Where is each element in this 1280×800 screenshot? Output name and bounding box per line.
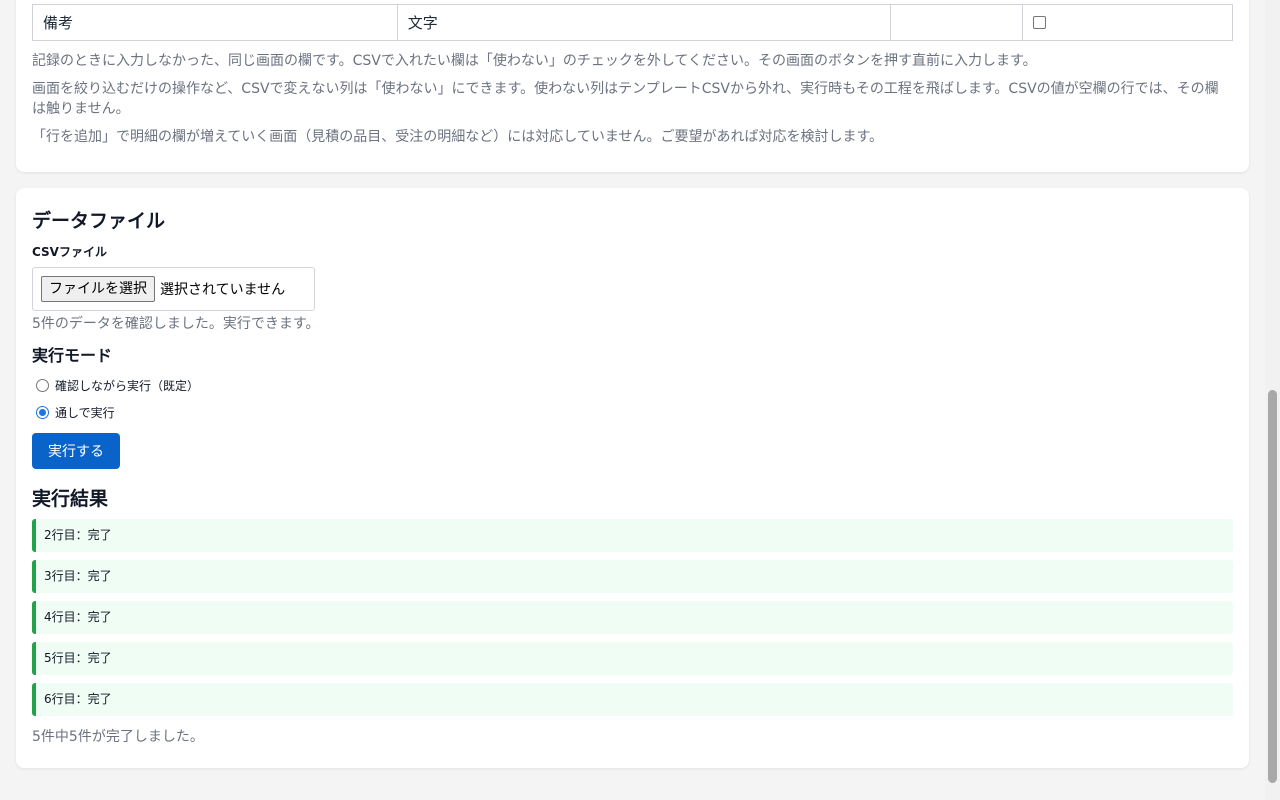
scrollbar[interactable] [1265,0,1280,800]
result-item: 3行目：完了 [32,560,1233,593]
page: 備考 文字 記録のときに入力しなかった、同じ画面の欄です。CSVで入れたい欄は「… [0,0,1280,800]
run-button[interactable]: 実行する [32,433,120,469]
radio-confirm[interactable] [36,378,49,392]
result-item: 2行目：完了 [32,519,1233,552]
mode-option-continuous[interactable]: 通しで実行 [36,404,115,422]
scrollbar-thumb[interactable] [1268,390,1277,783]
file-validation-message: 5件のデータを確認しました。実行できます。 [32,316,320,332]
note-add-row-unsupported: 「行を追加」で明細の欄が増えていく画面（見積の品目、受注の明細など）には対応して… [32,129,884,145]
result-item: 5行目：完了 [32,642,1233,675]
result-item: 4行目：完了 [32,601,1233,634]
note-unused-columns: 画面を絞り込むだけの操作など、CSVで変えない列は「使わない」にできます。使わな… [32,81,1219,117]
unused-checkbox[interactable] [1033,15,1047,29]
table-row: 備考 文字 [32,4,1233,41]
choose-file-button[interactable]: ファイルを選択 [41,276,155,302]
csv-file-input[interactable]: ファイルを選択 選択されていません [32,267,315,311]
results-title: 実行結果 [32,488,109,510]
field-settings-card: 備考 文字 記録のときに入力しなかった、同じ画面の欄です。CSVで入れたい欄は「… [16,0,1249,172]
mode-option-label: 通しで実行 [55,406,115,420]
mode-option-confirm[interactable]: 確認しながら実行（既定） [36,377,199,395]
mode-option-label: 確認しながら実行（既定） [55,379,200,393]
radio-continuous[interactable] [36,405,49,419]
results-summary: 5件中5件が完了しました。 [32,729,204,745]
field-table: 備考 文字 [32,4,1233,41]
data-file-title: データファイル [32,210,166,232]
field-type-cell: 文字 [396,4,892,41]
csv-file-label: CSVファイル [32,245,107,259]
note-unrecorded-fields: 記録のときに入力しなかった、同じ画面の欄です。CSVで入れたい欄は「使わない」の… [32,53,1037,69]
data-file-card: データファイル CSVファイル ファイルを選択 選択されていません 5件のデータ… [16,188,1249,768]
result-item: 6行目：完了 [32,683,1233,716]
run-mode-title: 実行モード [32,346,113,365]
field-required-cell [890,4,1024,41]
field-unused-cell [1022,4,1233,41]
field-name-cell: 備考 [32,4,398,41]
file-status-text: 選択されていません [160,282,286,298]
